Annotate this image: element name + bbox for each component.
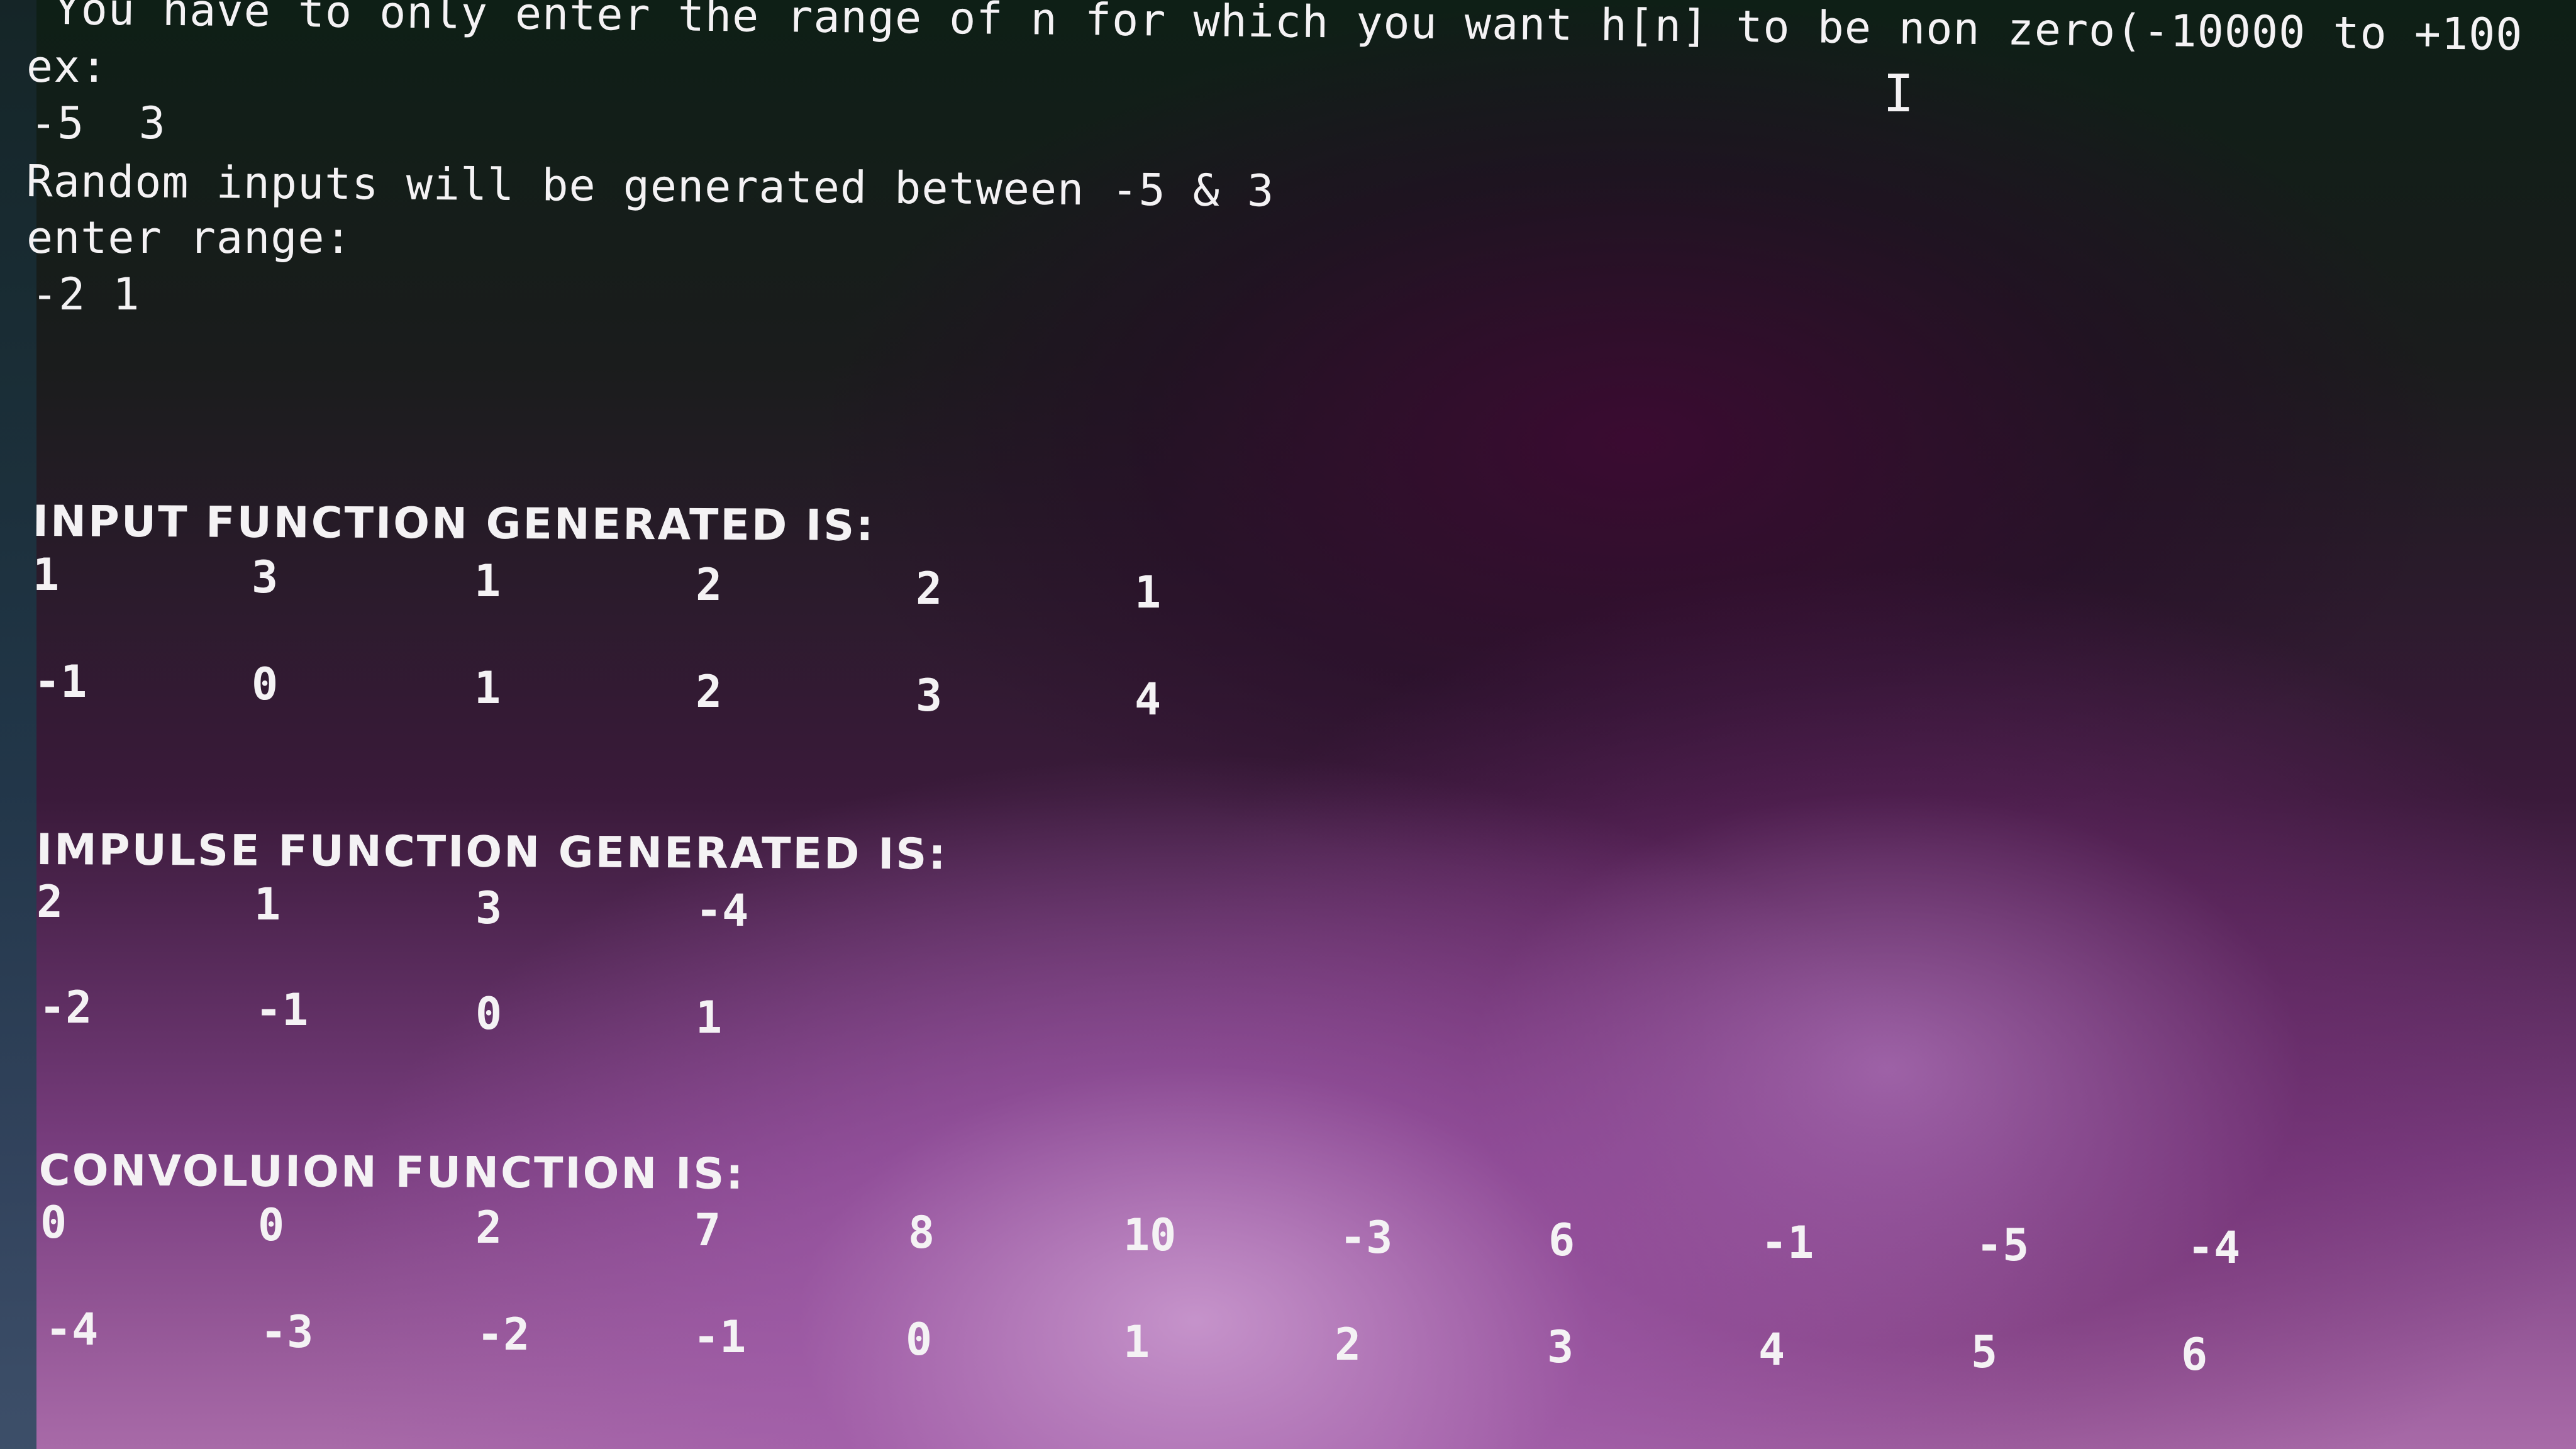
input-value: 2 [696,559,723,611]
convolution-value: 8 [908,1207,935,1258]
impulse-index: 1 [696,992,723,1043]
convolution-index: -1 [693,1311,747,1363]
input-value: 2 [916,563,943,614]
convolution-index: -2 [477,1309,530,1360]
input-index: 0 [252,658,279,710]
impulse-index: -2 [39,982,92,1033]
instruction-line: You have to only enter the range of n fo… [53,0,2523,61]
impulse-index: -1 [255,984,309,1036]
convolution-value: 0 [40,1197,67,1248]
impulse-value: 3 [475,882,502,934]
impulse-function-title: IMPULSE FUNCTION GENERATED IS: [36,825,948,880]
convolution-index: 3 [1547,1321,1574,1373]
input-value: 1 [33,549,60,601]
example-values: -5 3 [30,97,166,149]
random-notice: Random inputs will be generated between … [26,155,1275,217]
convolution-index: 0 [906,1314,933,1365]
convolution-value: 7 [694,1204,721,1256]
input-value: 1 [474,555,501,607]
convolution-value: 10 [1123,1209,1177,1261]
example-label: ex: [26,41,108,92]
text-cursor-icon: I [1883,64,1914,124]
convolution-value: -5 [1976,1219,2029,1271]
input-value: 1 [1135,567,1162,618]
convolution-index: 5 [1971,1326,1998,1378]
convolution-index: -4 [45,1304,99,1355]
convolution-index: 2 [1335,1319,1362,1370]
convolution-index: 6 [2181,1329,2208,1380]
input-function-title: INPUT FUNCTION GENERATED IS: [32,497,875,552]
input-index: 1 [474,662,501,714]
convolution-index: -3 [260,1306,314,1358]
convolution-value: 6 [1548,1214,1575,1266]
enter-range-prompt: enter range: [26,212,352,264]
convolution-value: -3 [1340,1212,1393,1263]
convolution-value: -4 [2187,1222,2241,1274]
input-index: 2 [696,666,723,718]
convolution-value: -1 [1761,1217,1814,1269]
impulse-value: -4 [696,885,749,936]
range-input[interactable]: -2 1 [31,269,140,319]
impulse-value: 1 [254,879,281,930]
impulse-value: 2 [36,876,64,928]
convolution-index: 4 [1758,1324,1785,1375]
impulse-index: 0 [475,988,502,1040]
convolution-function-title: CONVOLUION FUNCTION IS: [38,1146,745,1199]
convolution-value: 0 [258,1199,285,1251]
input-index: 4 [1135,674,1162,725]
convolution-value: 2 [475,1202,502,1253]
input-index: -1 [34,656,87,708]
terminal-window[interactable]: You have to only enter the range of n fo… [0,0,2576,1449]
convolution-index: 1 [1123,1316,1150,1368]
input-value: 3 [252,552,279,603]
input-index: 3 [916,670,943,721]
